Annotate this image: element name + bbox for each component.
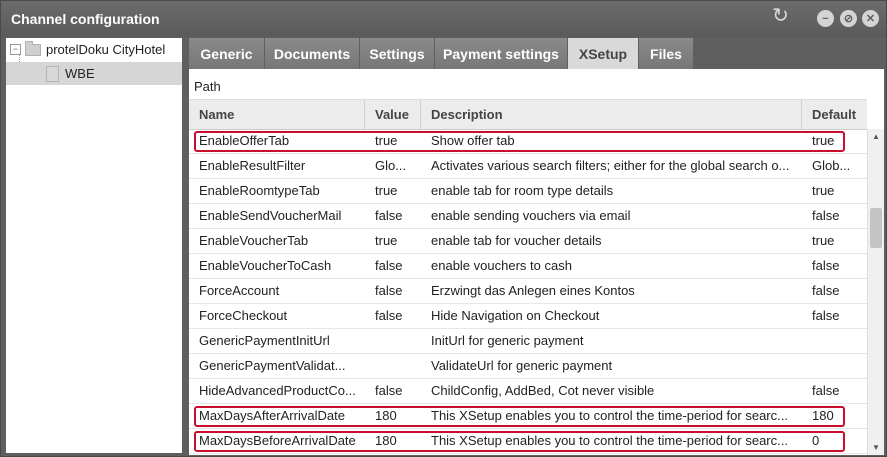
column-header-name[interactable]: Name <box>189 100 365 129</box>
cell-name: GenericPaymentValidat... <box>199 358 346 373</box>
cell-default: 0 <box>812 433 820 448</box>
table-row[interactable]: EnableSendVoucherMail false enable sending… <box>189 204 867 229</box>
path-label: Path <box>194 79 221 94</box>
cell-description: enable sending vouchers via email <box>431 208 631 223</box>
collapse-icon[interactable]: − <box>10 44 21 55</box>
tab-files[interactable]: Files <box>639 38 694 69</box>
table-row[interactable]: EnableRoomtypeTab true enable tab for room… <box>189 179 867 204</box>
table-row[interactable]: MaxDaysAfterArrivalDate 180 This XSetup en… <box>189 404 867 429</box>
cell-description: enable tab for room type details <box>431 183 614 198</box>
table-row[interactable]: EnableResultFilter Glo... Activates variou… <box>189 154 867 179</box>
cell-value: 180 <box>375 408 397 423</box>
cell-name: HideAdvancedProductCo... <box>199 383 356 398</box>
xsetup-panel: Path Name Value Description Default Enab… <box>189 69 884 455</box>
tab-xsetup[interactable]: XSetup <box>568 38 639 69</box>
table-row[interactable]: EnableVoucherTab true enable tab for vouch… <box>189 229 867 254</box>
refresh-icon[interactable]: ↻ <box>772 5 789 27</box>
cell-description: Erzwingt das Anlegen eines Kontos <box>431 283 635 298</box>
grid-header: Name Value Description Default <box>189 99 867 130</box>
channel-config-window: Channel configuration ↻ − ⊘ ✕ − protelDo… <box>0 0 887 457</box>
channel-tree: − protelDoku CityHotel WBE <box>6 38 182 453</box>
cell-name: EnableSendVoucherMail <box>199 208 342 223</box>
tree-node-hotel[interactable]: − protelDoku CityHotel <box>6 38 182 61</box>
cell-description: This XSetup enables you to control the t… <box>431 408 788 423</box>
cell-default <box>802 354 867 378</box>
table-row[interactable]: ForceCheckout false Hide Navigation on Che… <box>189 304 867 329</box>
cell-default: true <box>812 133 835 148</box>
tree-node-label: protelDoku CityHotel <box>46 42 166 57</box>
cell-default: false <box>812 283 840 298</box>
cell-name: MaxDaysBeforeArrivalDate <box>199 433 356 448</box>
table-row[interactable]: HideAdvancedProductCo... false ChildConfig… <box>189 379 867 404</box>
cell-value: false <box>375 308 403 323</box>
tree-node-wbe[interactable]: WBE <box>6 62 182 85</box>
cell-description: enable tab for voucher details <box>431 233 602 248</box>
cell-default <box>802 329 867 353</box>
cell-value: true <box>375 183 398 198</box>
folder-icon <box>25 40 41 56</box>
tree-node-label: WBE <box>65 66 95 81</box>
maximize-icon[interactable]: ⊘ <box>840 10 857 27</box>
cell-description: Hide Navigation on Checkout <box>431 308 600 323</box>
window-title: Channel configuration <box>11 11 160 27</box>
cell-name: EnableVoucherTab <box>199 233 309 248</box>
cell-value: true <box>375 133 398 148</box>
cell-default: false <box>812 208 840 223</box>
table-row[interactable]: GenericPaymentInitUrl InitUrl for generic… <box>189 329 867 354</box>
cell-description: This XSetup enables you to control the t… <box>431 433 788 448</box>
cell-value <box>365 329 421 353</box>
cell-default: false <box>812 258 840 273</box>
minimize-icon[interactable]: − <box>817 10 834 27</box>
cell-name: EnableResultFilter <box>199 158 306 173</box>
cell-name: EnableVoucherToCash <box>199 258 332 273</box>
cell-default: true <box>812 233 835 248</box>
scroll-up-icon[interactable]: ▲ <box>872 132 880 141</box>
tab-payment-settings[interactable]: Payment settings <box>435 38 568 69</box>
cell-value: false <box>375 283 403 298</box>
close-icon[interactable]: ✕ <box>862 10 879 27</box>
cell-default: true <box>812 183 835 198</box>
cell-description: ChildConfig, AddBed, Cot never visible <box>431 383 655 398</box>
vertical-scrollbar[interactable]: ▲ ▼ <box>867 129 884 455</box>
cell-name: GenericPaymentInitUrl <box>199 333 330 348</box>
cell-value: Glo... <box>375 158 407 173</box>
cell-default: false <box>812 308 840 323</box>
cell-description: ValidateUrl for generic payment <box>431 358 613 373</box>
scroll-down-icon[interactable]: ▼ <box>872 443 880 452</box>
cell-value <box>365 354 421 378</box>
scrollbar-thumb[interactable] <box>870 208 882 248</box>
cell-name: EnableRoomtypeTab <box>199 183 320 198</box>
cell-default: false <box>812 383 840 398</box>
file-icon <box>46 65 59 82</box>
title-bar: Channel configuration ↻ − ⊘ ✕ <box>1 1 886 37</box>
table-row[interactable]: MaxDaysBeforeArrivalDate 180 This XSetup e… <box>189 429 867 454</box>
table-row[interactable]: EnableVoucherToCash false enable vouchers … <box>189 254 867 279</box>
table-row[interactable]: GenericPaymentValidat... ValidateUrl for … <box>189 354 867 379</box>
tab-settings[interactable]: Settings <box>360 38 435 69</box>
cell-name: MaxDaysAfterArrivalDate <box>199 408 345 423</box>
cell-name: ForceCheckout <box>199 308 288 323</box>
cell-default: 180 <box>812 408 834 423</box>
cell-value: false <box>375 208 403 223</box>
cell-default: Glob... <box>812 158 851 173</box>
cell-description: InitUrl for generic payment <box>431 333 584 348</box>
cell-value: 180 <box>375 433 397 448</box>
cell-value: true <box>375 233 398 248</box>
cell-name: EnableOfferTab <box>199 133 290 148</box>
cell-description: enable vouchers to cash <box>431 258 572 273</box>
cell-name: ForceAccount <box>199 283 280 298</box>
column-header-value[interactable]: Value <box>365 100 421 129</box>
cell-description: Show offer tab <box>431 133 515 148</box>
column-header-description[interactable]: Description <box>421 100 802 129</box>
table-row[interactable]: ForceAccount false Erzwingt das Anlegen ei… <box>189 279 867 304</box>
tab-generic[interactable]: Generic <box>189 38 265 69</box>
cell-description: Activates various search filters; either… <box>431 158 790 173</box>
column-header-default[interactable]: Default <box>802 100 867 129</box>
table-row[interactable]: EnableOfferTab true Show offer tab true <box>189 129 867 154</box>
cell-value: false <box>375 383 403 398</box>
tab-documents[interactable]: Documents <box>265 38 360 69</box>
cell-value: false <box>375 258 403 273</box>
